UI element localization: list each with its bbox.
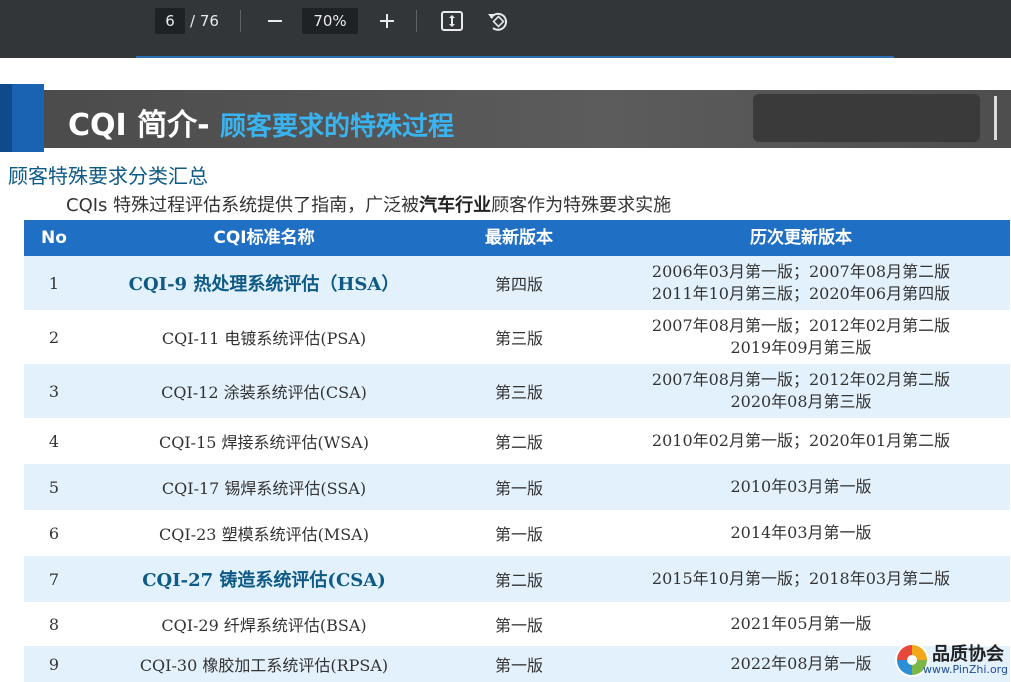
header-version: 最新版本 xyxy=(485,228,553,248)
row-name: CQI-15 焊接系统评估(WSA) xyxy=(159,433,369,452)
row-no: 9 xyxy=(48,654,60,674)
table-header: No CQI标准名称 最新版本 历次更新版本 xyxy=(24,220,1010,256)
row-history: 2006年03月第一版；2007年08月第二版 xyxy=(651,262,951,281)
row-no: 1 xyxy=(48,273,60,293)
table-row: 1 CQI-9 热处理系统评估（HSA） 第四版 2006年03月第一版；200… xyxy=(24,256,1010,310)
slide-title-main: CQI 简介- xyxy=(68,108,210,143)
row-no: 7 xyxy=(48,569,60,589)
pdf-toolbar: 6 / 76 70% xyxy=(0,0,1011,58)
row-no: 5 xyxy=(48,477,60,497)
row-version: 第二版 xyxy=(494,433,543,452)
table-row: 6 CQI-23 塑模系统评估(MSA) 第一版 2014年03月第一版 xyxy=(24,510,1010,556)
row-history: 2015年10月第一版；2018年03月第二版 xyxy=(651,569,951,588)
row-name: CQI-11 电镀系统评估(PSA) xyxy=(161,329,367,348)
row-no: 3 xyxy=(48,381,60,401)
row-version: 第三版 xyxy=(494,383,543,402)
row-history: 2007年08月第一版；2012年02月第二版 xyxy=(651,370,951,389)
row-no: 4 xyxy=(48,431,60,451)
row-version: 第四版 xyxy=(494,275,543,294)
intro-bold: 汽车行业 xyxy=(419,195,492,216)
row-version: 第二版 xyxy=(494,571,543,590)
row-no: 2 xyxy=(48,327,60,347)
table-row: 2 CQI-11 电镀系统评估(PSA) 第三版 2007年08月第一版；201… xyxy=(24,310,1010,364)
minus-icon xyxy=(268,20,282,22)
title-accent-dark xyxy=(0,84,12,152)
toolbar-divider xyxy=(416,10,417,32)
fit-page-button[interactable] xyxy=(440,9,464,33)
row-version: 第一版 xyxy=(494,656,543,675)
row-history: 2020年08月第三版 xyxy=(730,392,872,411)
table-row: 3 CQI-12 涂装系统评估(CSA) 第三版 2007年08月第一版；201… xyxy=(24,364,1010,418)
section-title: 顾客特殊要求分类汇总 xyxy=(8,164,208,188)
title-decoration-box xyxy=(753,94,980,142)
plus-icon xyxy=(380,14,394,28)
zoom-out-button[interactable] xyxy=(263,9,287,33)
row-name: CQI-27 铸造系统评估(CSA) xyxy=(142,570,386,591)
table-row: 9 CQI-30 橡胶加工系统评估(RPSA) 第一版 2022年08月第一版 xyxy=(24,646,1010,682)
pdf-page: CQI 简介- 顾客要求的特殊过程 顾客特殊要求分类汇总 CQIs 特殊过程评估… xyxy=(0,70,1011,682)
row-name: CQI-23 塑模系统评估(MSA) xyxy=(159,525,369,544)
row-name: CQI-17 锡焊系统评估(SSA) xyxy=(161,479,367,498)
table-row: 4 CQI-15 焊接系统评估(WSA) 第二版 2010年02月第一版；202… xyxy=(24,418,1010,464)
page-total: / 76 xyxy=(190,12,219,30)
zoom-in-button[interactable] xyxy=(375,9,399,33)
row-history: 2010年03月第一版 xyxy=(730,477,872,496)
header-history: 历次更新版本 xyxy=(750,228,852,248)
row-history: 2007年08月第一版；2012年02月第二版 xyxy=(651,316,951,335)
intro-suffix: 顾客作为特殊要求实施 xyxy=(491,195,672,216)
rotate-icon xyxy=(488,12,508,31)
watermark-url: www.PinZhi.org xyxy=(923,663,1008,676)
header-name: CQI标准名称 xyxy=(213,228,315,248)
row-history: 2011年10月第三版；2020年06月第四版 xyxy=(651,284,951,303)
toolbar-progress-line xyxy=(136,56,894,58)
zoom-level-input[interactable]: 70% xyxy=(302,8,358,34)
row-name: CQI-9 热处理系统评估（HSA） xyxy=(128,274,400,295)
intro-prefix: CQIs 特殊过程评估系统提供了指南，广泛被 xyxy=(66,195,420,216)
row-version: 第三版 xyxy=(494,329,543,348)
table-row: 8 CQI-29 纤焊系统评估(BSA) 第一版 2021年05月第一版 xyxy=(24,602,1010,646)
row-history: 2014年03月第一版 xyxy=(730,523,872,542)
table-row: 5 CQI-17 锡焊系统评估(SSA) 第一版 2010年03月第一版 xyxy=(24,464,1010,510)
row-history: 2019年09月第三版 xyxy=(730,338,872,357)
row-version: 第一版 xyxy=(494,616,543,635)
row-no: 6 xyxy=(48,523,60,543)
header-no: No xyxy=(41,228,67,248)
intro-text: CQIs 特殊过程评估系统提供了指南，广泛被汽车行业顾客作为特殊要求实施 xyxy=(66,191,671,217)
watermark: 品质协会 www.PinZhi.org xyxy=(892,638,1011,682)
row-name: CQI-29 纤焊系统评估(BSA) xyxy=(161,616,367,635)
row-no: 8 xyxy=(48,614,60,634)
row-history: 2010年02月第一版；2020年01月第二版 xyxy=(651,431,951,450)
slide-title-sub: 顾客要求的特殊过程 xyxy=(220,112,455,142)
fit-page-icon xyxy=(441,11,463,31)
table-row: 7 CQI-27 铸造系统评估(CSA) 第二版 2015年10月第一版；201… xyxy=(24,556,1010,602)
page-number-input[interactable]: 6 xyxy=(155,8,185,34)
row-name: CQI-12 涂装系统评估(CSA) xyxy=(161,383,367,402)
row-name: CQI-30 橡胶加工系统评估(RPSA) xyxy=(139,656,389,675)
row-version: 第一版 xyxy=(494,479,543,498)
toolbar-divider xyxy=(240,10,241,32)
slide-title: CQI 简介- 顾客要求的特殊过程 xyxy=(68,100,454,144)
title-decoration-bar xyxy=(994,96,997,140)
row-version: 第一版 xyxy=(494,525,543,544)
rotate-button[interactable] xyxy=(485,9,509,33)
